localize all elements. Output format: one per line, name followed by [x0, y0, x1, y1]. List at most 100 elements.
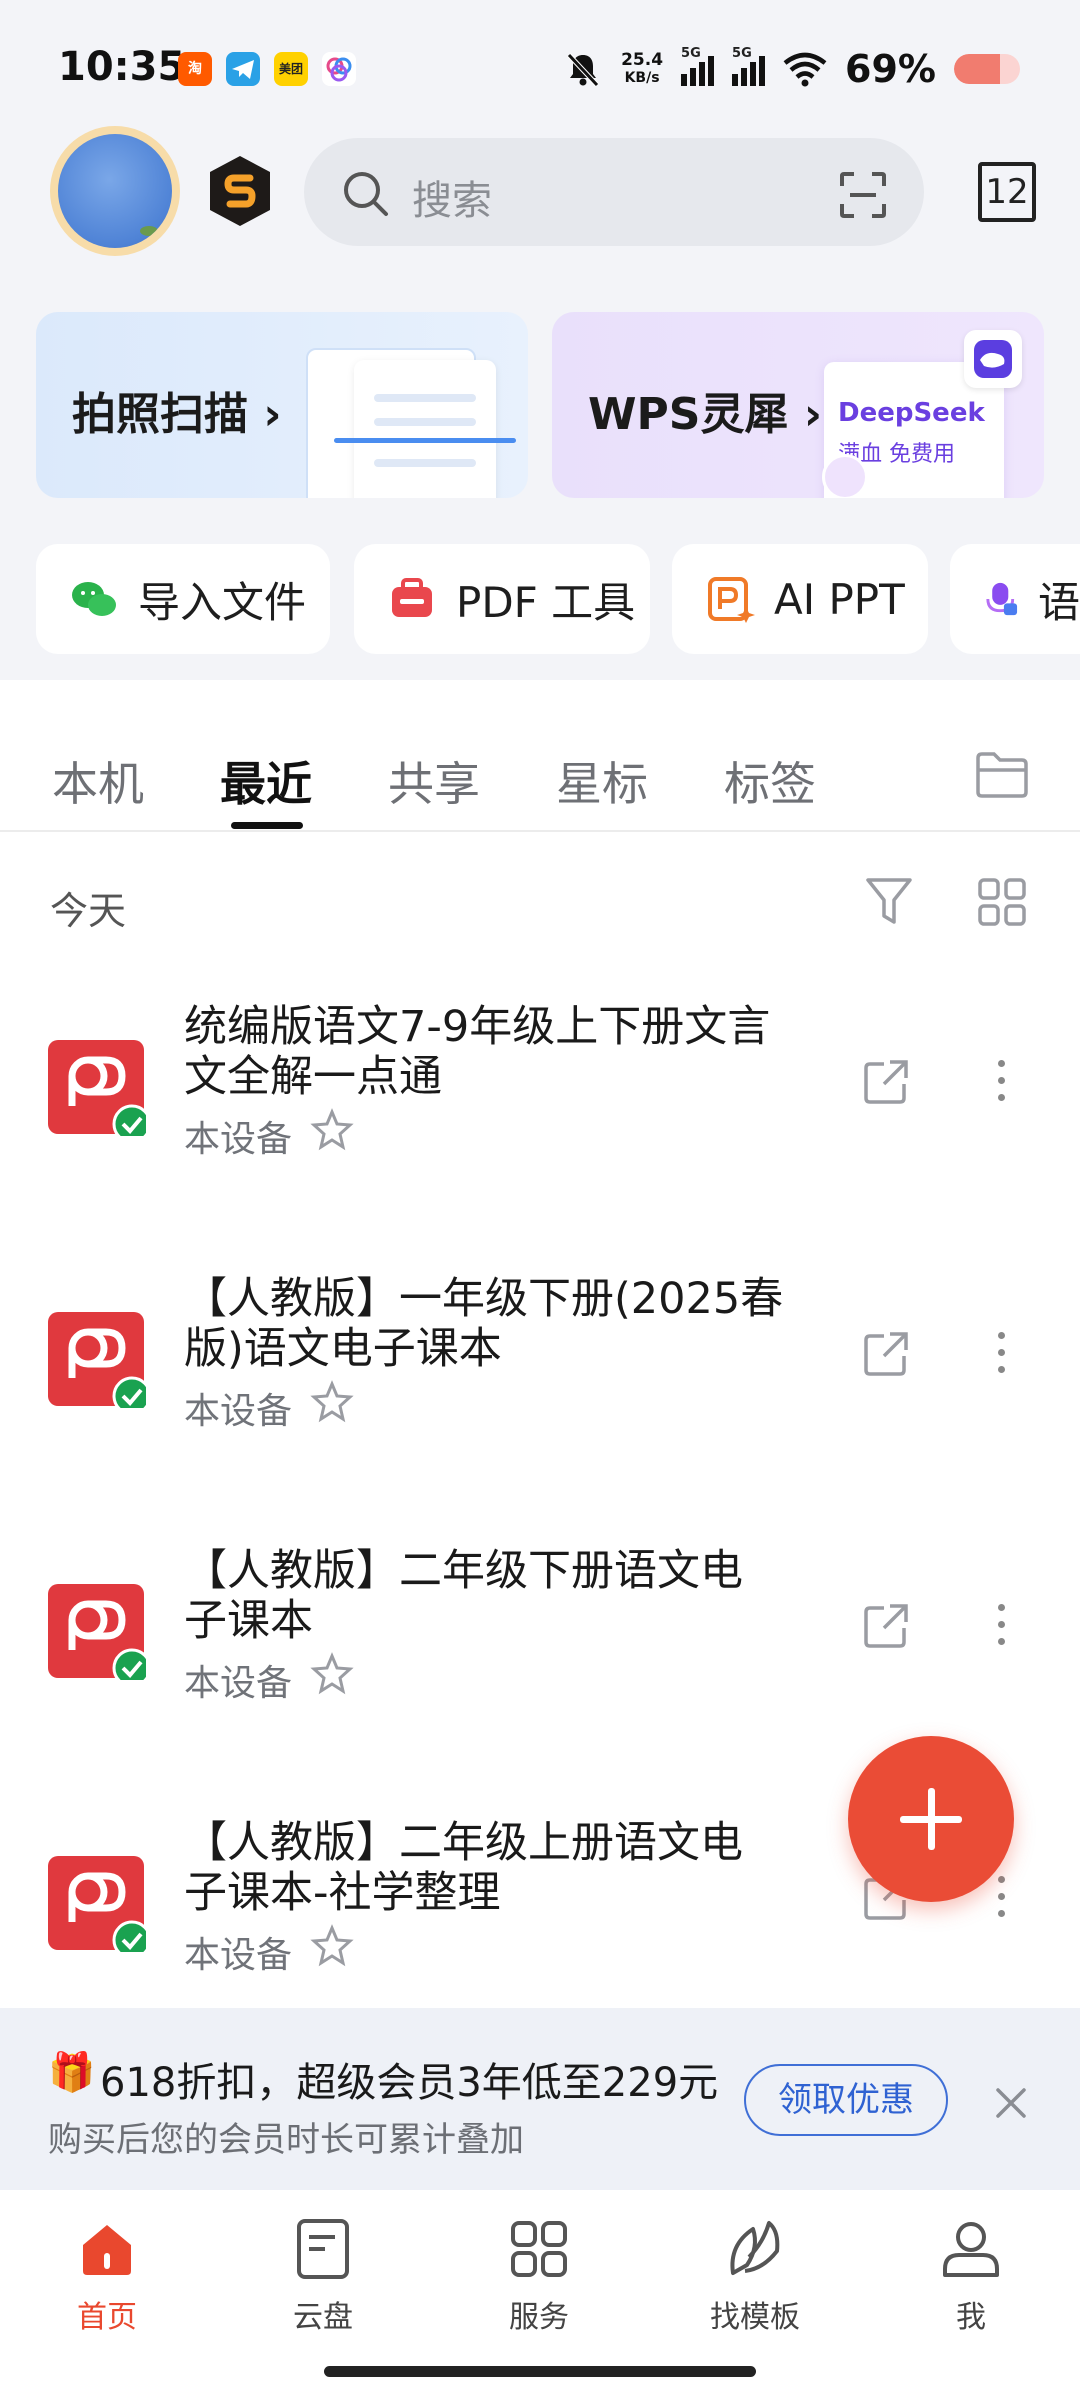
- nav-label: 服务: [509, 2300, 569, 2335]
- net-speed-value: 25.4: [621, 50, 664, 70]
- sim2-label: 5G: [732, 46, 752, 61]
- file-location: 本设备: [184, 1119, 293, 1160]
- share-icon[interactable]: [862, 1330, 910, 1378]
- section-title-today: 今天: [50, 889, 127, 933]
- wifi-icon: [783, 52, 827, 87]
- ai-ppt-button[interactable]: AI PPT: [672, 544, 928, 654]
- nav-cloud[interactable]: 云盘: [248, 2210, 398, 2336]
- pdf-file-icon: [48, 1040, 146, 1136]
- bottom-nav: 首页 云盘 服务 找模板 我: [0, 2190, 1080, 2400]
- tab-tags[interactable]: 标签: [724, 748, 816, 814]
- file-name: 【人教版】二年级上册语文电子课本-社学整理: [184, 1818, 743, 1918]
- nav-home[interactable]: 首页: [32, 2210, 182, 2336]
- voice-icon: [986, 582, 1018, 616]
- user-icon: [943, 2222, 999, 2277]
- file-location: 本设备: [184, 1935, 293, 1976]
- wechat-icon: [72, 582, 116, 616]
- scan-icon[interactable]: [838, 170, 888, 220]
- more-options-icon[interactable]: [998, 1604, 1006, 1655]
- deepseek-whale-icon: [964, 330, 1022, 388]
- nav-label: 找模板: [710, 2300, 800, 2335]
- taobao-icon: 淘: [178, 52, 212, 86]
- file-row[interactable]: 统编版语文7-9年级上下册文言文全解一点通 本设备: [0, 960, 1080, 1232]
- star-icon[interactable]: [310, 1380, 354, 1424]
- quick-action-label: 语: [1037, 577, 1080, 627]
- file-location: 本设备: [184, 1663, 293, 1704]
- nav-label: 首页: [77, 2300, 137, 2335]
- status-indicators: 25.4 KB/s 5G 5G 69%: [563, 44, 1020, 94]
- file-row[interactable]: 【人教版】一年级下册(2025春版)语文电子课本 本设备: [0, 1232, 1080, 1504]
- nav-me[interactable]: 我: [896, 2210, 1046, 2336]
- ai-ppt-icon: [708, 577, 755, 623]
- new-document-fab[interactable]: [848, 1736, 1014, 1902]
- star-icon[interactable]: [310, 1924, 354, 1968]
- user-avatar[interactable]: [50, 126, 180, 256]
- star-icon[interactable]: [310, 1108, 354, 1152]
- deepseek-title: DeepSeek: [838, 398, 985, 428]
- home-indicator: [324, 2366, 756, 2377]
- more-options-icon[interactable]: [998, 1876, 1006, 1927]
- close-icon[interactable]: [992, 2084, 1030, 2122]
- file-row[interactable]: 【人教版】二年级下册语文电子课本 本设备: [0, 1504, 1080, 1776]
- search-placeholder: 搜索: [412, 178, 492, 224]
- nav-services[interactable]: 服务: [464, 2210, 614, 2336]
- filter-icon[interactable]: [864, 874, 914, 928]
- file-name: 【人教版】一年级下册(2025春版)语文电子课本: [184, 1274, 784, 1374]
- more-options-icon[interactable]: [998, 1060, 1006, 1111]
- pdf-tools-button[interactable]: PDF 工具: [354, 544, 650, 654]
- nav-label: 云盘: [293, 2300, 353, 2335]
- import-file-button[interactable]: 导入文件: [36, 544, 330, 654]
- tab-starred[interactable]: 星标: [556, 748, 648, 814]
- gift-icon: 🎁: [48, 2050, 96, 2094]
- quick-action-label: AI PPT: [774, 574, 905, 624]
- assistant-avatar-icon: [822, 454, 868, 498]
- signal-sim1-icon: 5G: [681, 46, 715, 86]
- quick-action-label: PDF 工具: [456, 577, 636, 627]
- super-member-badge-icon[interactable]: [206, 154, 274, 228]
- claim-offer-button[interactable]: 领取优惠: [744, 2064, 948, 2136]
- search-bar[interactable]: 搜索: [304, 138, 924, 246]
- promo-subtitle: 购买后您的会员时长可累计叠加: [48, 2120, 524, 2160]
- sim1-label: 5G: [681, 46, 701, 61]
- cloud-doc-icon: [297, 2219, 349, 2279]
- tab-count-button[interactable]: 12: [978, 162, 1036, 222]
- leaf-icon: [730, 2221, 780, 2275]
- pdf-file-icon: [48, 1312, 146, 1408]
- wps-lingxi-banner[interactable]: WPS灵犀 › DeepSeek 满血 免费用: [552, 312, 1044, 498]
- file-name: 统编版语文7-9年级上下册文言文全解一点通: [184, 1002, 771, 1102]
- voice-tool-button[interactable]: 语: [950, 544, 1080, 654]
- scan-doc-illustration: [334, 360, 516, 498]
- telegram-icon: [226, 52, 260, 86]
- home-icon: [83, 2225, 131, 2275]
- battery-percent: 69%: [845, 47, 936, 91]
- pdf-file-icon: [48, 1856, 146, 1952]
- tab-local[interactable]: 本机: [52, 748, 144, 814]
- star-icon[interactable]: [310, 1652, 354, 1696]
- lingxi-banner-label: WPS灵犀 ›: [588, 389, 822, 440]
- mute-bell-icon: [567, 53, 599, 87]
- tab-shared[interactable]: 共享: [388, 748, 480, 814]
- share-icon[interactable]: [862, 1602, 910, 1650]
- promo-bar: 🎁 618折扣，超级会员3年低至229元 购买后您的会员时长可累计叠加 领取优惠: [0, 2008, 1080, 2190]
- scan-banner-label: 拍照扫描 ›: [72, 389, 282, 440]
- active-tab-indicator: [231, 822, 303, 829]
- folder-icon[interactable]: [974, 750, 1030, 800]
- grid-view-icon[interactable]: [976, 876, 1028, 928]
- more-options-icon[interactable]: [998, 1332, 1006, 1383]
- pdf-file-icon: [48, 1584, 146, 1680]
- promo-title: 618折扣，超级会员3年低至229元: [100, 2060, 719, 2106]
- signal-sim2-icon: 5G: [732, 46, 766, 86]
- nav-templates[interactable]: 找模板: [680, 2210, 830, 2336]
- share-icon[interactable]: [862, 1058, 910, 1106]
- meituan-icon: 美团: [274, 52, 308, 86]
- community-icon: [322, 52, 356, 86]
- file-location: 本设备: [184, 1391, 293, 1432]
- status-time: 10:35: [58, 44, 186, 90]
- tab-recent[interactable]: 最近: [220, 748, 312, 814]
- quick-action-label: 导入文件: [138, 577, 307, 627]
- status-bar: 10:35 淘 美团 25.4 KB/s 5G 5G 69%: [0, 0, 1080, 135]
- net-speed: 25.4 KB/s: [621, 51, 663, 87]
- apps-grid-icon: [511, 2221, 567, 2277]
- file-name: 【人教版】二年级下册语文电子课本: [184, 1546, 743, 1646]
- scan-banner[interactable]: 拍照扫描 ›: [36, 312, 528, 498]
